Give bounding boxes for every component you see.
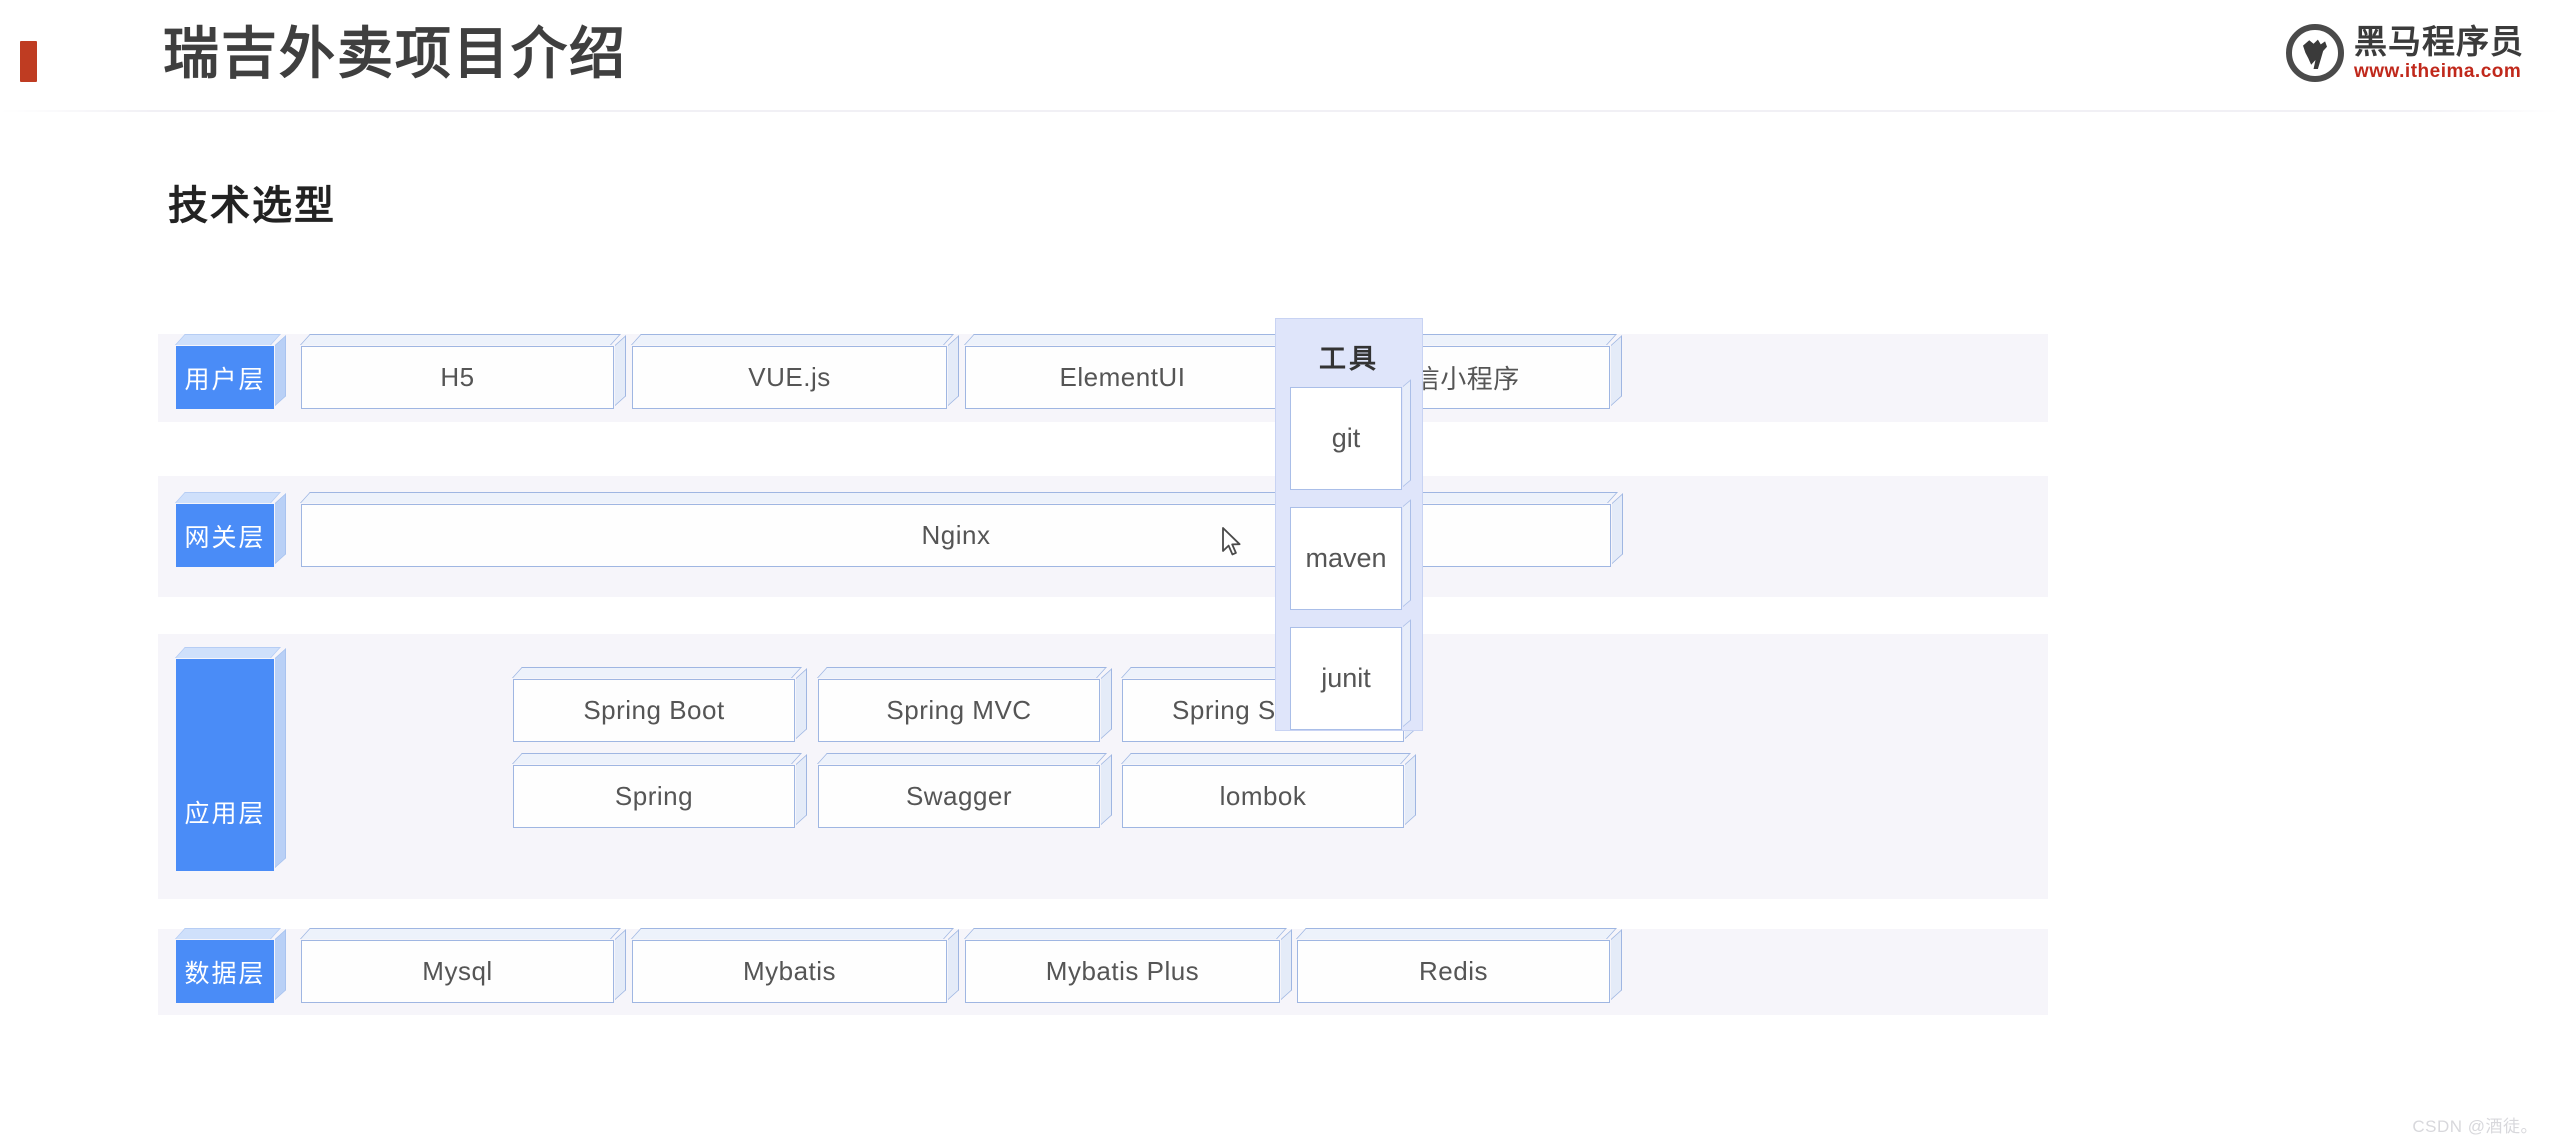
tech-box-mybatis[interactable]: Mybatis: [632, 940, 947, 1003]
tech-box-h5[interactable]: H5: [301, 346, 614, 409]
csdn-watermark: CSDN @酒徒。: [2412, 1117, 2538, 1136]
tech-box-spring-boot[interactable]: Spring Boot: [513, 679, 795, 742]
tech-box-mysql[interactable]: Mysql: [301, 940, 614, 1003]
page-title: 瑞吉外卖项目介绍: [163, 22, 627, 85]
tools-panel: 工具 git maven junit: [1275, 318, 1423, 731]
tech-box-mybatis-plus[interactable]: Mybatis Plus: [965, 940, 1280, 1003]
horse-circle-logo-icon: [2286, 24, 2344, 82]
tech-box-swagger[interactable]: Swagger: [818, 765, 1100, 828]
tech-box-spring-mvc[interactable]: Spring MVC: [818, 679, 1100, 742]
section-title: 技术选型: [168, 184, 336, 228]
page-header: 瑞吉外卖项目介绍 黑马程序员 www.itheima.com: [0, 0, 2560, 111]
tech-box-lombok[interactable]: lombok: [1122, 765, 1404, 828]
tool-box-junit[interactable]: junit: [1290, 627, 1402, 730]
tech-box-vuejs[interactable]: VUE.js: [632, 346, 947, 409]
title-accent-bar: [20, 41, 37, 82]
brand-name: 黑马程序员: [2354, 23, 2524, 60]
tech-box-spring[interactable]: Spring: [513, 765, 795, 828]
tool-box-git[interactable]: git: [1290, 387, 1402, 490]
header-divider: [0, 110, 2560, 112]
brand-logo-text: 黑马程序员 www.itheima.com: [2354, 25, 2524, 81]
layer-label-data: 数据层: [176, 940, 274, 1003]
brand-url: www.itheima.com: [2354, 61, 2522, 82]
mouse-pointer-icon: [1222, 527, 1241, 556]
brand-logo: 黑马程序员 www.itheima.com: [2286, 22, 2524, 84]
tech-box-redis[interactable]: Redis: [1297, 940, 1610, 1003]
tool-box-maven[interactable]: maven: [1290, 507, 1402, 610]
tech-box-elementui[interactable]: ElementUI: [965, 346, 1280, 409]
layer-label-user: 用户层: [176, 346, 274, 409]
tools-panel-title: 工具: [1319, 344, 1379, 374]
layer-label-gateway: 网关层: [176, 504, 274, 567]
layer-label-app: 应用层: [176, 659, 274, 871]
